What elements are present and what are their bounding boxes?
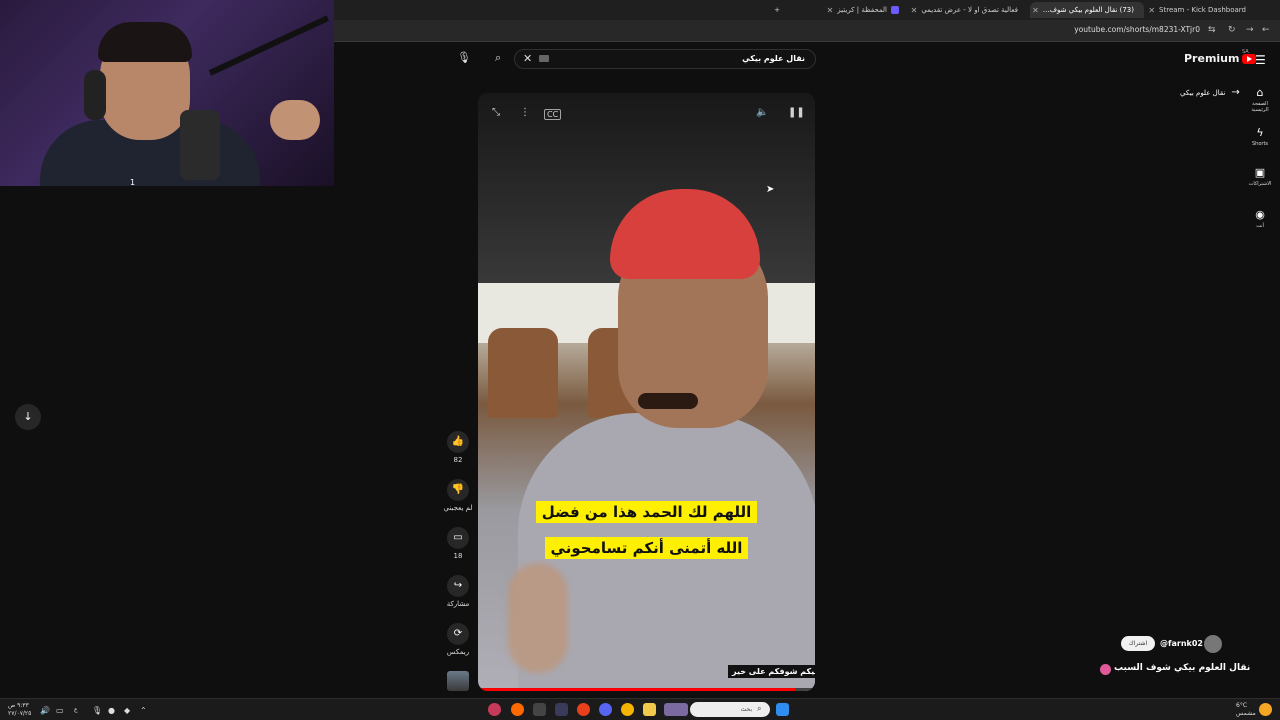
you-icon: ◉ <box>1255 208 1265 221</box>
chrome-icon[interactable] <box>621 703 634 716</box>
dislike-button[interactable]: 👎 لم يعجبني <box>440 479 476 512</box>
mouse-cursor-icon: ➤ <box>766 184 775 195</box>
home-icon: ⌂ <box>1256 86 1264 99</box>
close-tab-icon[interactable]: ✕ <box>1148 6 1155 15</box>
windows-start-icon[interactable] <box>776 703 789 716</box>
video-progress-bar[interactable] <box>478 688 815 691</box>
tab-youtube-short[interactable]: (73) نقال العلوم بيكي شوف… ✕ <box>1030 2 1144 18</box>
back-to-search-link[interactable]: → نقال علوم بيكي <box>1180 87 1240 98</box>
network-icon[interactable]: ▭ <box>56 706 64 715</box>
close-tab-icon[interactable]: ✕ <box>1032 6 1039 15</box>
microphone-icon <box>180 110 220 180</box>
file-explorer-icon[interactable] <box>643 703 656 716</box>
forward-icon[interactable]: → <box>1246 25 1254 35</box>
search-icon[interactable]: ⌕ <box>495 51 501 65</box>
remix-button[interactable]: ⟳ ريمكس <box>440 623 476 656</box>
remix-icon: ⟳ <box>447 623 469 645</box>
shorts-icon: ϟ <box>1256 126 1264 139</box>
channel-avatar[interactable] <box>1204 635 1222 653</box>
premiere-icon[interactable] <box>555 703 568 716</box>
weather-desc: مشمس <box>1236 710 1256 717</box>
browser-icon[interactable] <box>577 703 590 716</box>
captions-icon[interactable]: CC <box>544 109 562 120</box>
chevron-up-icon[interactable]: ⌃ <box>140 706 147 715</box>
channel-handle[interactable]: @farnk02 <box>1160 639 1203 648</box>
widgets-icon[interactable] <box>664 703 688 716</box>
discord-tray-icon[interactable]: ◆ <box>124 706 130 715</box>
wallet-icon <box>891 6 899 14</box>
short-video-player[interactable]: ⤡ ⋮ CC 🔈 ❚❚ اللهم لك الحمد هذا من فضل ال… <box>478 93 815 691</box>
tab-presentation[interactable]: فعالية تصدق او لا - عرض تقديمي ✕ <box>908 2 1028 18</box>
search-input[interactable]: نقال علوم بيكي <box>514 49 816 69</box>
keyboard-icon[interactable] <box>539 55 549 62</box>
volume-icon[interactable]: 🔈 <box>756 107 768 118</box>
app-tray-icon[interactable]: ● <box>108 706 115 715</box>
like-button[interactable]: 👍 82 <box>440 431 476 464</box>
emoji-icon <box>1100 664 1111 675</box>
search-icon: ⌕ <box>757 704 762 713</box>
person-hand <box>508 563 568 673</box>
sidebar-item-you[interactable]: ◉ أنت <box>1244 208 1276 229</box>
video-progress-fill <box>478 688 795 691</box>
mic-tray-icon[interactable]: 🎙 <box>92 706 102 715</box>
voice-search-icon[interactable]: 🎙 <box>457 51 471 64</box>
arrow-right-icon: → <box>1231 87 1240 98</box>
back-icon[interactable]: ← <box>1262 25 1270 35</box>
thumbs-up-icon: 👍 <box>447 431 469 453</box>
sidebar-item-subscriptions[interactable]: ▣ الاشتراكات <box>1244 166 1276 187</box>
headset-icon <box>84 70 106 120</box>
caption-line-1: اللهم لك الحمد هذا من فضل <box>478 501 815 523</box>
share-button[interactable]: ↪ مشاركة <box>440 575 476 608</box>
weather-temp: 6°C <box>1236 702 1248 709</box>
subscriptions-icon: ▣ <box>1254 166 1266 179</box>
windows-taskbar: ٩:٣٣ ص ٢٧/٠٧/٢٥ 🔊 ▭ ع 🎙 ● ◆ ⌃ بحث ⌕ 6°C … <box>0 698 1280 720</box>
country-code: SA <box>1242 49 1249 55</box>
firefox-icon[interactable] <box>511 703 524 716</box>
tab-kick-dashboard[interactable]: Stream - Kick Dashboard ✕ <box>1146 2 1256 18</box>
streamer-hair <box>98 22 192 62</box>
weather-sun-icon[interactable] <box>1259 703 1272 716</box>
url-field[interactable]: youtube.com/shorts/m8231-XTjr0 <box>1074 25 1200 34</box>
language-indicator[interactable]: ع <box>74 706 78 713</box>
mic-arm <box>208 15 330 76</box>
reload-icon[interactable]: ↻ <box>1228 25 1236 35</box>
clock-time: ٩:٣٣ ص <box>8 702 29 709</box>
next-short-button[interactable]: ↓ <box>15 404 41 430</box>
x-app-icon[interactable] <box>533 703 546 716</box>
tab-wallet[interactable]: المحفظة | كريتيز ✕ <box>790 2 905 18</box>
comment-icon: ▭ <box>447 527 469 549</box>
discord-icon[interactable] <box>599 703 612 716</box>
search-query: نقال علوم بيكي <box>742 54 805 63</box>
webcam-overlay: 1 <box>0 0 334 186</box>
caption-line-2: الله أتمنى أنكم تسامحوني <box>478 537 815 559</box>
clock-date: ٢٧/٠٧/٢٥ <box>8 710 32 717</box>
extensions-icon[interactable]: ⇆ <box>1208 25 1216 35</box>
speaker-icon[interactable]: 🔊 <box>40 706 50 715</box>
menu-icon[interactable]: ☰ <box>1255 53 1266 67</box>
ticker-text: م عليكم شوفكم على خير <box>728 665 815 678</box>
more-options-icon[interactable]: ⋮ <box>520 107 530 118</box>
comments-button[interactable]: ▭ 18 <box>440 527 476 560</box>
short-title: نقال العلوم بيكي شوف السبب <box>1114 663 1251 673</box>
new-tab-button[interactable]: + <box>768 2 786 18</box>
person-mustache <box>638 393 698 409</box>
overlay-number: 1 <box>130 178 136 186</box>
clear-search-icon[interactable]: ✕ <box>523 52 532 65</box>
thumbs-down-icon: 👎 <box>447 479 469 501</box>
sidebar-item-shorts[interactable]: ϟ Shorts <box>1244 126 1276 147</box>
close-tab-icon[interactable]: ✕ <box>827 6 834 15</box>
share-icon: ↪ <box>447 575 469 597</box>
pause-icon[interactable]: ❚❚ <box>788 107 805 118</box>
app-icon[interactable] <box>488 703 501 716</box>
audio-source-thumbnail[interactable] <box>447 671 469 691</box>
close-tab-icon[interactable]: ✕ <box>911 6 918 15</box>
fullscreen-icon[interactable]: ⤡ <box>492 107 500 118</box>
streamer-hand <box>270 100 320 140</box>
sidebar-item-home[interactable]: ⌂ الصفحة الرئيسية <box>1244 86 1276 113</box>
subscribe-button[interactable]: اشتراك <box>1121 636 1155 651</box>
car-seat <box>488 328 558 418</box>
